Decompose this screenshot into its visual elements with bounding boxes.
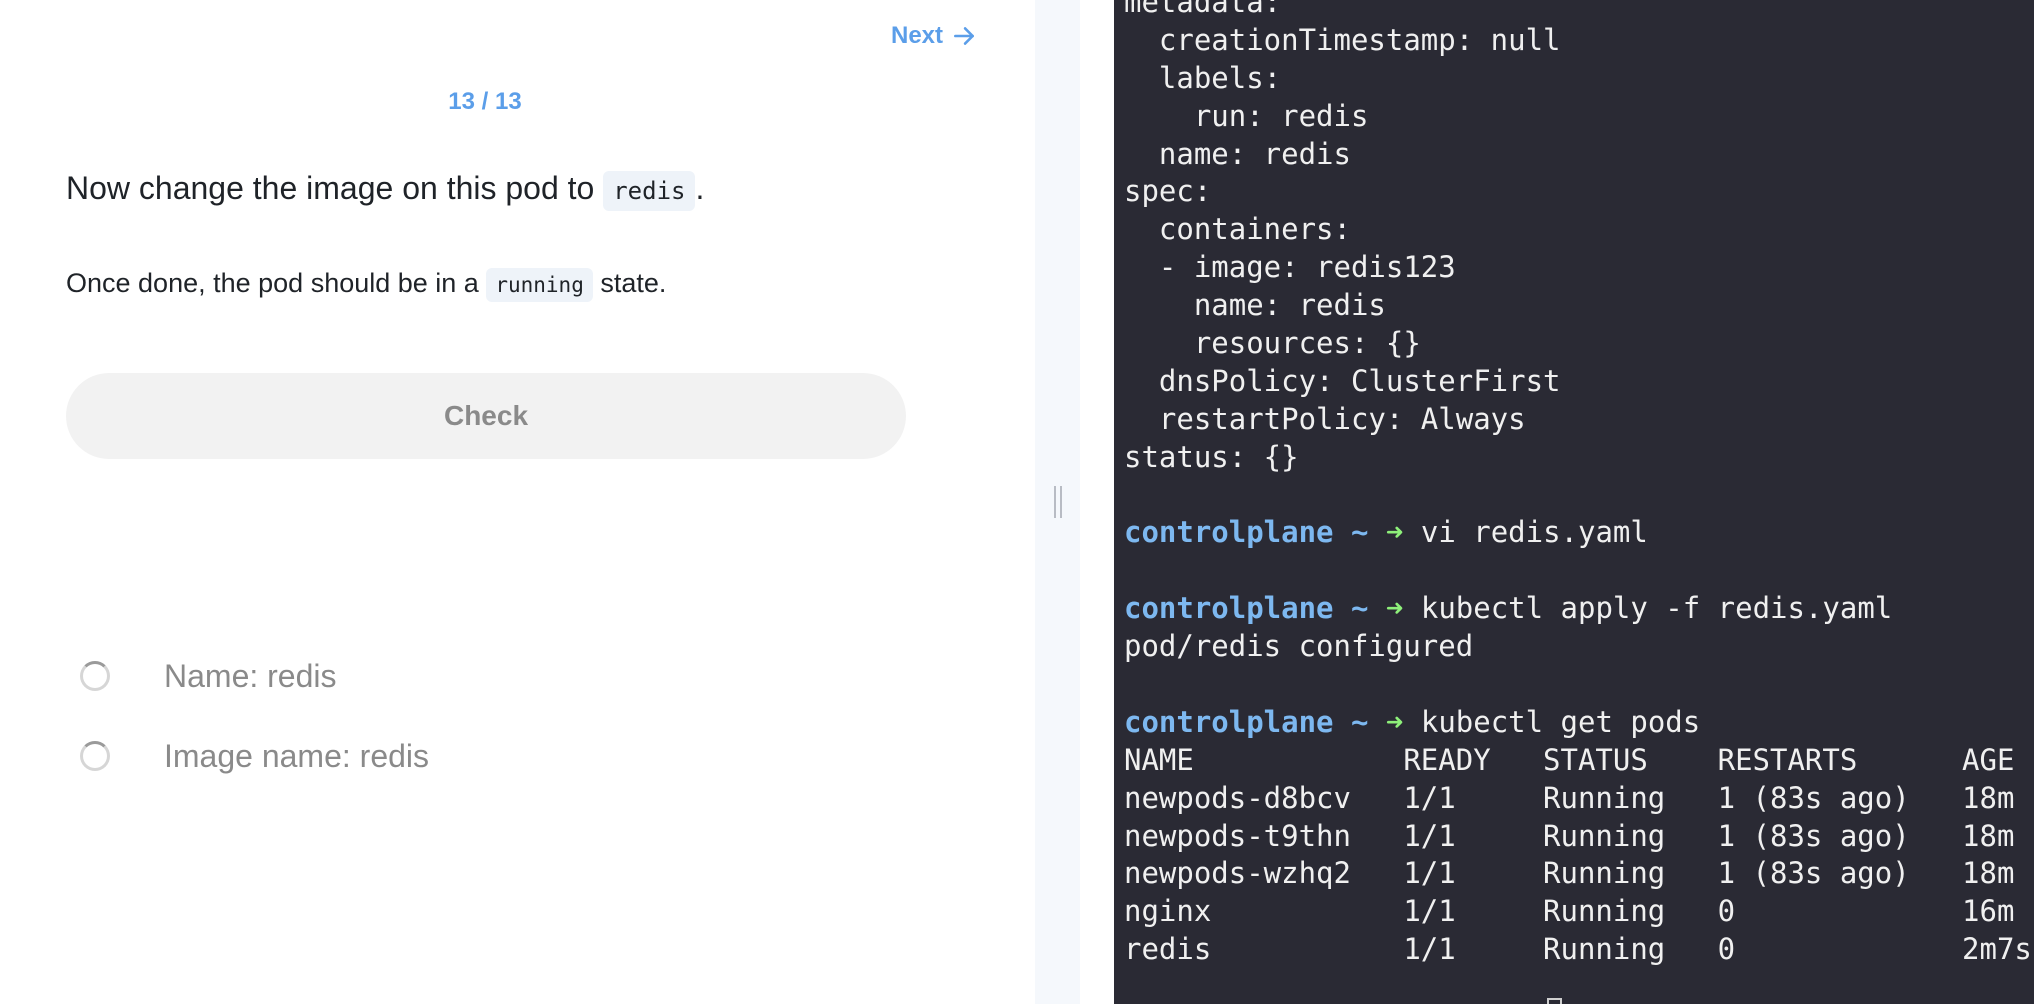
subtext-after: state.: [600, 268, 667, 298]
subtext-code: running: [486, 268, 593, 302]
terminal-output-line: run: redis: [1124, 98, 1369, 133]
terminal-output-line: restartPolicy: Always: [1124, 401, 1526, 436]
prompt-command: kubectl apply -f redis.yaml: [1420, 591, 1893, 626]
criterion-label: Name: redis: [164, 657, 337, 694]
arrow-right-icon: [954, 27, 974, 45]
prompt-host: controlplane: [1124, 515, 1334, 550]
prompt-tilde: ~: [1350, 704, 1369, 739]
instructions-panel: Next 13 / 13 Now change the image on thi…: [0, 0, 1035, 1004]
terminal-output-line: resources: {}: [1124, 326, 1421, 361]
terminal-cursor: [1547, 998, 1562, 1004]
terminal-output: metadata: creationTimestamp: null labels…: [1124, 0, 2032, 969]
question-text-after: .: [695, 170, 705, 206]
terminal-output-line: spec:: [1124, 174, 1212, 209]
prompt-arrow-icon: ➜: [1385, 515, 1404, 550]
app-window: Next 13 / 13 Now change the image on thi…: [0, 0, 2034, 1004]
panel-resize-handle[interactable]: [1035, 0, 1080, 1004]
prompt-arrow-icon: ➜: [1385, 591, 1404, 626]
terminal-output-line: dnsPolicy: ClusterFirst: [1124, 363, 1561, 398]
criterion-item: Name: redis: [80, 636, 429, 716]
next-label: Next: [891, 22, 944, 49]
terminal-output-line: NAME READY STATUS RESTARTS AGE: [1124, 742, 2015, 777]
terminal-output-line: containers:: [1124, 212, 1351, 247]
prompt-tilde: ~: [1350, 515, 1369, 550]
terminal-output-line: labels:: [1124, 60, 1282, 95]
question-text: Now change the image on this pod to redi…: [66, 170, 705, 211]
question-subtext: Once done, the pod should be in a runnin…: [66, 268, 667, 302]
terminal-output-line: pod/redis configured: [1124, 629, 1474, 664]
terminal-output-line: status: {}: [1124, 439, 1299, 474]
terminal-output-line: - image: redis123: [1124, 250, 1456, 285]
drag-grip-icon: [1053, 486, 1062, 518]
question-code: redis: [603, 171, 696, 211]
criterion-label: Image name: redis: [164, 737, 430, 774]
subtext-before: Once done, the pod should be in a: [66, 268, 479, 298]
terminal-output-line: newpods-d8bcv 1/1 Running 1 (83s ago) 18…: [1124, 780, 2015, 815]
prompt-host: controlplane: [1124, 704, 1334, 739]
loading-spinner-icon: [80, 661, 110, 691]
terminal-output-line: name: redis: [1124, 288, 1386, 323]
terminal-prompt-line: controlplane ~ ➜ kubectl get pods: [1124, 704, 2032, 742]
panel-gap: [1080, 0, 1114, 1004]
terminal-output-line: nginx 1/1 Running 0 16m: [1124, 894, 2015, 929]
next-button[interactable]: Next: [891, 22, 977, 50]
terminal-output-line: newpods-wzhq2 1/1 Running 1 (83s ago) 18…: [1124, 856, 2015, 891]
check-button[interactable]: Check: [66, 373, 906, 459]
terminal-output-line: newpods-t9thn 1/1 Running 1 (83s ago) 18…: [1124, 818, 2015, 853]
terminal-output-line: name: redis: [1124, 136, 1351, 171]
prompt-tilde: ~: [1350, 591, 1369, 626]
terminal-output-line: metadata:: [1124, 0, 1282, 19]
criterion-item: Image name: redis: [80, 716, 429, 796]
prompt-command: vi redis.yaml: [1420, 515, 1648, 550]
loading-spinner-icon: [80, 741, 110, 771]
question-text-before: Now change the image on this pod to: [66, 170, 595, 206]
terminal-panel[interactable]: metadata: creationTimestamp: null labels…: [1114, 0, 2034, 1004]
prompt-arrow-icon: ➜: [1385, 704, 1404, 739]
criteria-list: Name: redis Image name: redis: [80, 636, 429, 796]
terminal-prompt-line: controlplane ~ ➜ kubectl apply -f redis.…: [1124, 590, 2032, 628]
terminal-prompt-line: controlplane ~ ➜ vi redis.yaml: [1124, 514, 2032, 552]
question-progress: 13 / 13: [448, 88, 522, 115]
terminal-output-line: creationTimestamp: null: [1124, 22, 1561, 57]
terminal-output-line: redis 1/1 Running 0 2m7s: [1124, 932, 2032, 967]
prompt-command: kubectl get pods: [1420, 704, 1701, 739]
prompt-host: controlplane: [1124, 591, 1334, 626]
